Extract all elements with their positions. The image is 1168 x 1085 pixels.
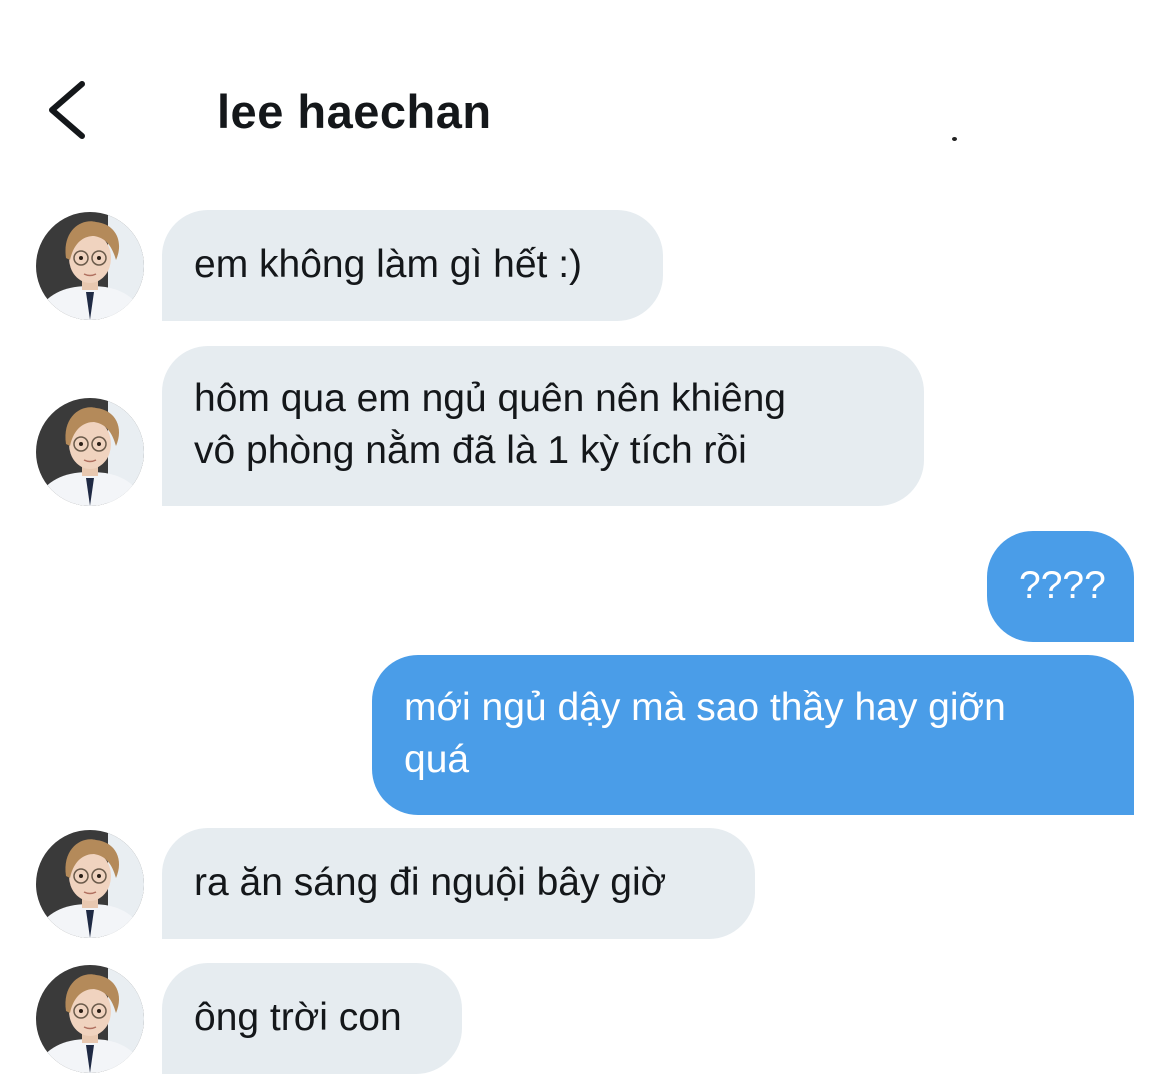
message-bubble-incoming[interactable]: ra ăn sáng đi nguội bây giờ <box>162 828 755 939</box>
message-text-line: vô phòng nằm đã là 1 kỳ tích rồi <box>194 429 747 472</box>
message-bubble-outgoing[interactable]: ???? <box>987 531 1134 642</box>
avatar-image <box>36 965 144 1073</box>
conversation-header: lee haechan <box>0 0 1168 180</box>
message-bubble-outgoing[interactable]: mới ngủ dậy mà sao thầy hay giỡn quá <box>372 655 1134 815</box>
contact-avatar[interactable] <box>36 398 144 506</box>
artifact-dot <box>952 137 957 141</box>
message-text: ông trời con <box>194 996 402 1039</box>
message-text-line: hôm qua em ngủ quên nên khiêng <box>194 377 786 420</box>
chevron-left-icon <box>49 81 85 139</box>
avatar-image <box>36 212 144 320</box>
contact-avatar[interactable] <box>36 965 144 1073</box>
message-bubble-incoming[interactable]: em không làm gì hết :) <box>162 210 663 321</box>
conversation-title[interactable]: lee haechan <box>217 84 492 139</box>
message-bubble-incoming[interactable]: ông trời con <box>162 963 462 1074</box>
message-text-line: mới ngủ dậy mà sao thầy hay giỡn <box>404 686 1006 729</box>
message-text: ra ăn sáng đi nguội bây giờ <box>194 861 667 904</box>
message-text: ???? <box>1019 564 1106 607</box>
avatar-image <box>36 398 144 506</box>
message-text-line: quá <box>404 738 470 781</box>
message-text: em không làm gì hết :) <box>194 243 583 286</box>
contact-avatar[interactable] <box>36 830 144 938</box>
back-button[interactable] <box>38 74 98 146</box>
contact-avatar[interactable] <box>36 212 144 320</box>
message-bubble-incoming[interactable]: hôm qua em ngủ quên nên khiêng vô phòng … <box>162 346 924 506</box>
avatar-image <box>36 830 144 938</box>
